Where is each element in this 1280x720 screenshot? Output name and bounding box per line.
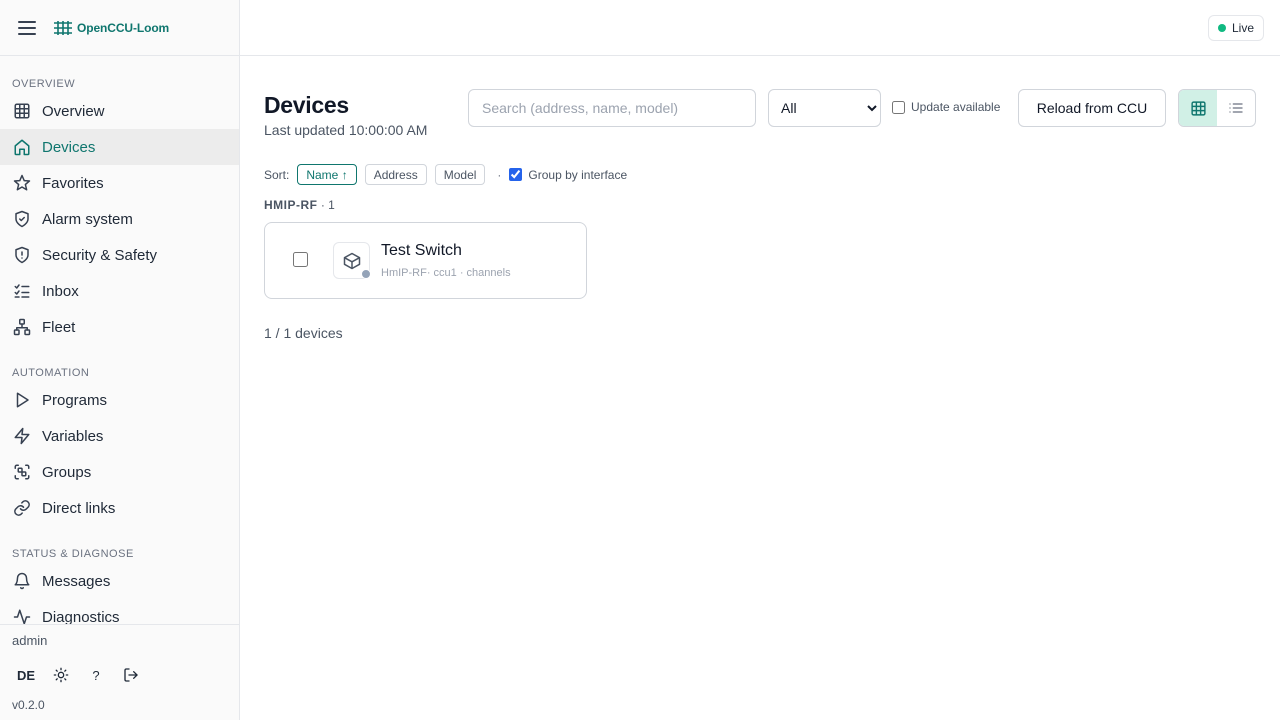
shield-alert-icon: [12, 246, 31, 265]
loom-logo-icon: [54, 20, 72, 35]
status-dot: [1217, 24, 1226, 32]
sidebar-item-favorites[interactable]: Favorites: [0, 165, 239, 201]
section-label-overview: OVERVIEW: [12, 78, 76, 90]
link-icon: [12, 499, 31, 518]
sun-icon: [53, 667, 69, 683]
menu-toggle-icon[interactable]: [18, 20, 36, 35]
sort-bar: Sort: Name ↑ Address Model · Group by in…: [264, 164, 627, 185]
sidebar-item-label: Devices: [42, 138, 96, 156]
sidebar-item-label: Diagnostics: [42, 608, 120, 625]
update-available-label: Update available: [911, 100, 1001, 114]
device-select-checkbox[interactable]: [293, 252, 308, 267]
sidebar-item-diagnostics[interactable]: Diagnostics: [0, 599, 239, 624]
device-name: Test Switch: [381, 242, 462, 259]
separator: ·: [497, 167, 502, 182]
update-available-filter[interactable]: Update available: [892, 100, 1000, 114]
logout-button[interactable]: [117, 663, 145, 687]
current-user: admin: [12, 633, 48, 648]
main-content: Devices Last updated 10:00:00 AM All Upd…: [240, 56, 1280, 720]
view-mode-toggle: [1178, 89, 1256, 127]
sidebar-item-label: Inbox: [42, 282, 79, 300]
sidebar-item-fleet[interactable]: Fleet: [0, 309, 239, 345]
sidebar-item-security-safety[interactable]: Security & Safety: [0, 237, 239, 273]
group-heading: HMIP-RF · 1: [264, 198, 335, 212]
language-toggle-button[interactable]: DE: [12, 663, 40, 687]
help-button[interactable]: ?: [82, 663, 110, 687]
sidebar-footer: admin DE ? v0.2.0: [0, 624, 239, 720]
update-available-checkbox[interactable]: [892, 100, 905, 114]
interface-filter-select[interactable]: All: [768, 89, 881, 127]
home-icon: [12, 138, 31, 157]
sidebar-item-programs[interactable]: Programs: [0, 382, 239, 418]
sidebar-item-devices[interactable]: Devices: [0, 129, 239, 165]
app-logo[interactable]: OpenCCU-Loom: [53, 20, 170, 35]
group-icon: [12, 463, 31, 482]
device-card[interactable]: Test Switch HmIP-RF· ccu1 · channels: [264, 222, 587, 299]
section-label-status: STATUS & DIAGNOSE: [12, 548, 134, 560]
app-version: v0.2.0: [12, 698, 45, 712]
search-input[interactable]: [468, 89, 756, 127]
bell-icon: [12, 572, 31, 591]
group-by-interface-label: Group by interface: [528, 167, 628, 182]
sidebar-item-messages[interactable]: Messages: [0, 563, 239, 599]
activity-icon: [12, 608, 31, 624]
sidebar-item-variables[interactable]: Variables: [0, 418, 239, 454]
footer-actions: DE ?: [12, 663, 152, 687]
zap-icon: [12, 427, 31, 446]
sidebar-item-label: Favorites: [42, 174, 104, 192]
group-name: HMIP-RF: [264, 198, 318, 212]
sort-by-address-chip[interactable]: Address: [364, 164, 427, 185]
group-by-interface-checkbox[interactable]: [509, 168, 523, 181]
sidebar-item-label: Groups: [42, 463, 92, 481]
sidebar-item-direct-links[interactable]: Direct links: [0, 490, 239, 526]
play-icon: [12, 391, 31, 410]
sidebar-item-label: Alarm system: [42, 210, 133, 228]
sidebar-item-label: Variables: [42, 427, 104, 445]
top-bar: Live: [240, 0, 1280, 56]
box-icon: [343, 252, 360, 269]
connection-status-badge: Live: [1207, 15, 1264, 41]
sort-label: Sort:: [264, 167, 290, 182]
sidebar-item-label: Overview: [42, 102, 105, 120]
sort-by-name-chip[interactable]: Name ↑: [297, 164, 357, 185]
sidebar-item-label: Security & Safety: [42, 246, 158, 264]
group-count: · 1: [320, 198, 335, 212]
sidebar-item-inbox[interactable]: Inbox: [0, 273, 239, 309]
grid-icon: [12, 102, 31, 121]
sidebar-nav[interactable]: OVERVIEW Overview Devices Favorites Alar…: [0, 56, 239, 624]
sidebar-item-alarm-system[interactable]: Alarm system: [0, 201, 239, 237]
sidebar-item-label: Fleet: [42, 318, 76, 336]
list-checks-icon: [12, 282, 31, 301]
page-title: Devices: [264, 92, 349, 118]
sidebar-item-overview[interactable]: Overview: [0, 93, 239, 129]
section-label-automation: AUTOMATION: [12, 367, 90, 379]
network-icon: [12, 318, 31, 337]
app-name: OpenCCU-Loom: [77, 20, 170, 35]
last-updated: Last updated 10:00:00 AM: [264, 122, 428, 138]
reload-from-ccu-button[interactable]: Reload from CCU: [1018, 89, 1166, 127]
sidebar-item-label: Messages: [42, 572, 111, 590]
sort-by-model-chip[interactable]: Model: [434, 164, 486, 185]
sidebar-item-groups[interactable]: Groups: [0, 454, 239, 490]
group-by-interface-toggle[interactable]: Group by interface: [509, 168, 627, 182]
list-view-button[interactable]: [1217, 90, 1255, 126]
status-label: Live: [1231, 21, 1254, 35]
device-status-dot: [361, 269, 371, 279]
brand-bar: OpenCCU-Loom: [0, 0, 239, 56]
sidebar-item-label: Direct links: [42, 499, 116, 517]
list-view-icon: [1229, 103, 1243, 113]
grid-view-icon: [1190, 100, 1206, 116]
device-count: 1 / 1 devices: [264, 325, 343, 341]
shield-check-icon: [12, 210, 31, 229]
device-meta: HmIP-RF· ccu1 · channels: [381, 267, 511, 279]
logout-icon: [124, 668, 138, 682]
sidebar-item-label: Programs: [42, 391, 108, 409]
star-icon: [12, 174, 31, 193]
sidebar: OpenCCU-Loom OVERVIEW Overview Devices F…: [0, 0, 240, 720]
theme-toggle-button[interactable]: [47, 663, 75, 687]
grid-view-button[interactable]: [1179, 90, 1217, 126]
